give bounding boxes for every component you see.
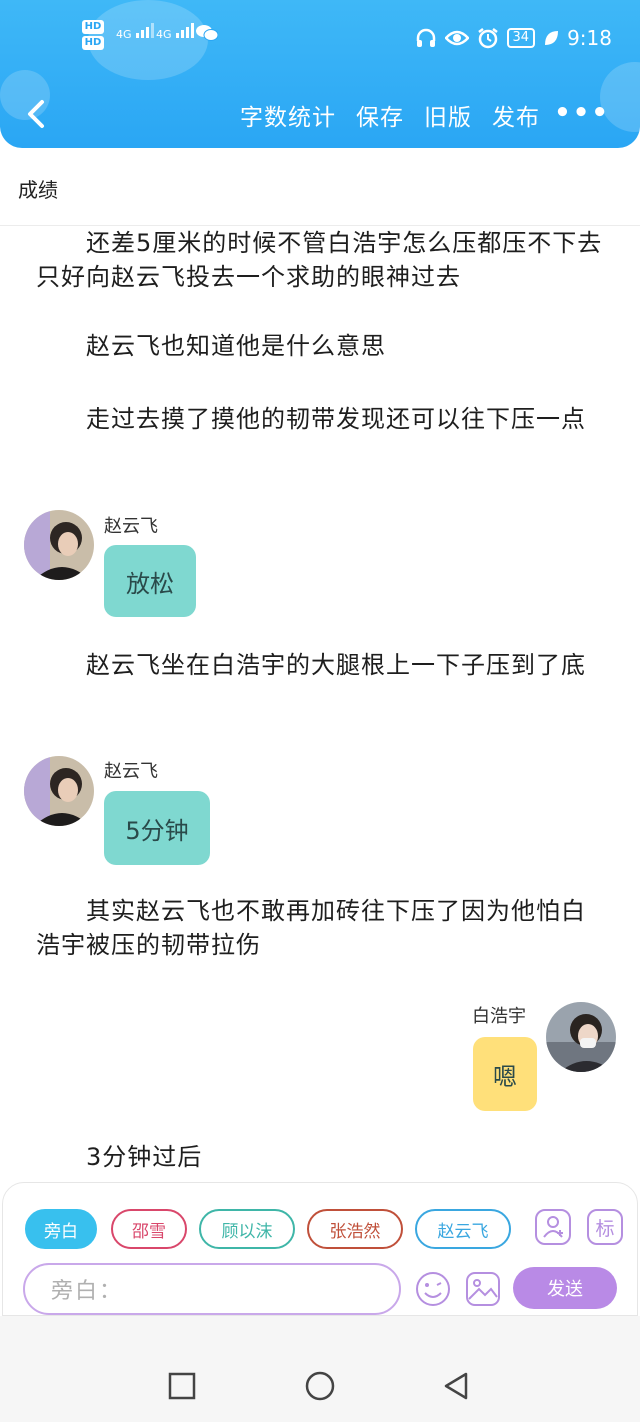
narration-paragraph: 走过去摸了摸他的韧带发现还可以往下压一点 — [86, 405, 586, 433]
avatar-zhaoyunfei[interactable] — [24, 510, 94, 580]
character-chip-guyimo[interactable]: 顾以沫 — [199, 1209, 295, 1249]
wechat-icon — [196, 24, 219, 45]
chapter-title[interactable]: 成绩 — [18, 174, 58, 203]
hd2-badge: HD — [82, 36, 104, 50]
character-chip-zhaoyunfei[interactable]: 赵云飞 — [415, 1209, 511, 1249]
dialogue-bubble[interactable]: 5分钟 — [104, 791, 210, 865]
word-count-button[interactable]: 字数统计 — [240, 98, 336, 132]
compose-panel: 旁白 邵雪 顾以沫 张浩然 赵云飞 标 旁白： 发送 — [2, 1182, 638, 1316]
send-button[interactable]: 发送 — [513, 1267, 617, 1309]
alarm-icon — [477, 28, 498, 49]
more-menu-icon[interactable]: ••• — [554, 98, 610, 128]
image-icon[interactable] — [465, 1271, 501, 1307]
avatar-zhaoyunfei[interactable] — [24, 756, 94, 826]
dialogue-bubble[interactable]: 放松 — [104, 545, 196, 617]
system-nav-bar — [0, 1316, 640, 1422]
avatar-baihaoyu[interactable] — [546, 1002, 616, 1072]
narration-paragraph: 3分钟过后 — [86, 1143, 203, 1171]
character-chip-shaoxue[interactable]: 邵雪 — [111, 1209, 187, 1249]
speaker-name: 赵云飞 — [104, 761, 158, 782]
signal-2-icon: 4G — [156, 22, 195, 41]
app-header: HD HD 4G 4G 34 9:18 字数统计 保存 旧版 发布 ••• — [0, 0, 640, 148]
hd1-badge: HD — [82, 20, 104, 34]
add-character-icon[interactable] — [535, 1209, 571, 1245]
back-nav-icon[interactable] — [440, 1370, 472, 1402]
recent-apps-icon[interactable] — [166, 1370, 198, 1402]
narration-paragraph: 赵云飞坐在白浩宇的大腿根上一下子压到了底 — [86, 651, 586, 679]
dialogue-bubble[interactable]: 嗯 — [473, 1037, 537, 1111]
sim-indicators: HD HD — [82, 20, 104, 52]
dialogue-input[interactable]: 旁白： — [23, 1263, 401, 1315]
narration-paragraph: 其实赵云飞也不敢再加砖往下压了因为他怕白浩宇被压的韧带拉伤 — [36, 897, 586, 959]
eye-icon — [444, 30, 469, 46]
home-icon[interactable] — [304, 1370, 336, 1402]
toolbar: 字数统计 保存 旧版 发布 ••• — [0, 90, 640, 138]
clock: 9:18 — [567, 26, 612, 50]
character-chip-narrator[interactable]: 旁白 — [25, 1209, 97, 1249]
tag-icon[interactable]: 标 — [587, 1209, 623, 1245]
publish-button[interactable]: 发布 — [492, 98, 540, 132]
character-chip-zhanghaoran[interactable]: 张浩然 — [307, 1209, 403, 1249]
leaf-icon — [545, 31, 559, 45]
status-bar: HD HD 4G 4G 34 9:18 — [0, 18, 640, 58]
story-content[interactable]: 还差5厘米的时候不管白浩宇怎么压都压不下去只好向赵云飞投去一个求助的眼神过去 赵… — [0, 226, 640, 1184]
headset-icon — [416, 28, 435, 47]
chapter-title-bar: 成绩 — [0, 150, 640, 226]
status-right: 34 9:18 — [415, 26, 612, 50]
signal-1-icon: 4G — [116, 22, 155, 41]
narration-paragraph: 还差5厘米的时候不管白浩宇怎么压都压不下去只好向赵云飞投去一个求助的眼神过去 — [36, 229, 603, 291]
net2-label: 4G — [156, 28, 172, 41]
save-button[interactable]: 保存 — [356, 98, 404, 132]
back-arrow-icon[interactable] — [22, 94, 52, 134]
speaker-name: 白浩宇 — [472, 1006, 526, 1027]
narration-paragraph: 赵云飞也知道他是什么意思 — [86, 332, 386, 360]
old-version-button[interactable]: 旧版 — [424, 98, 472, 132]
battery-icon: 34 — [506, 28, 536, 48]
speaker-name: 赵云飞 — [104, 516, 158, 537]
net1-label: 4G — [116, 28, 132, 41]
emoji-icon[interactable] — [415, 1271, 451, 1307]
